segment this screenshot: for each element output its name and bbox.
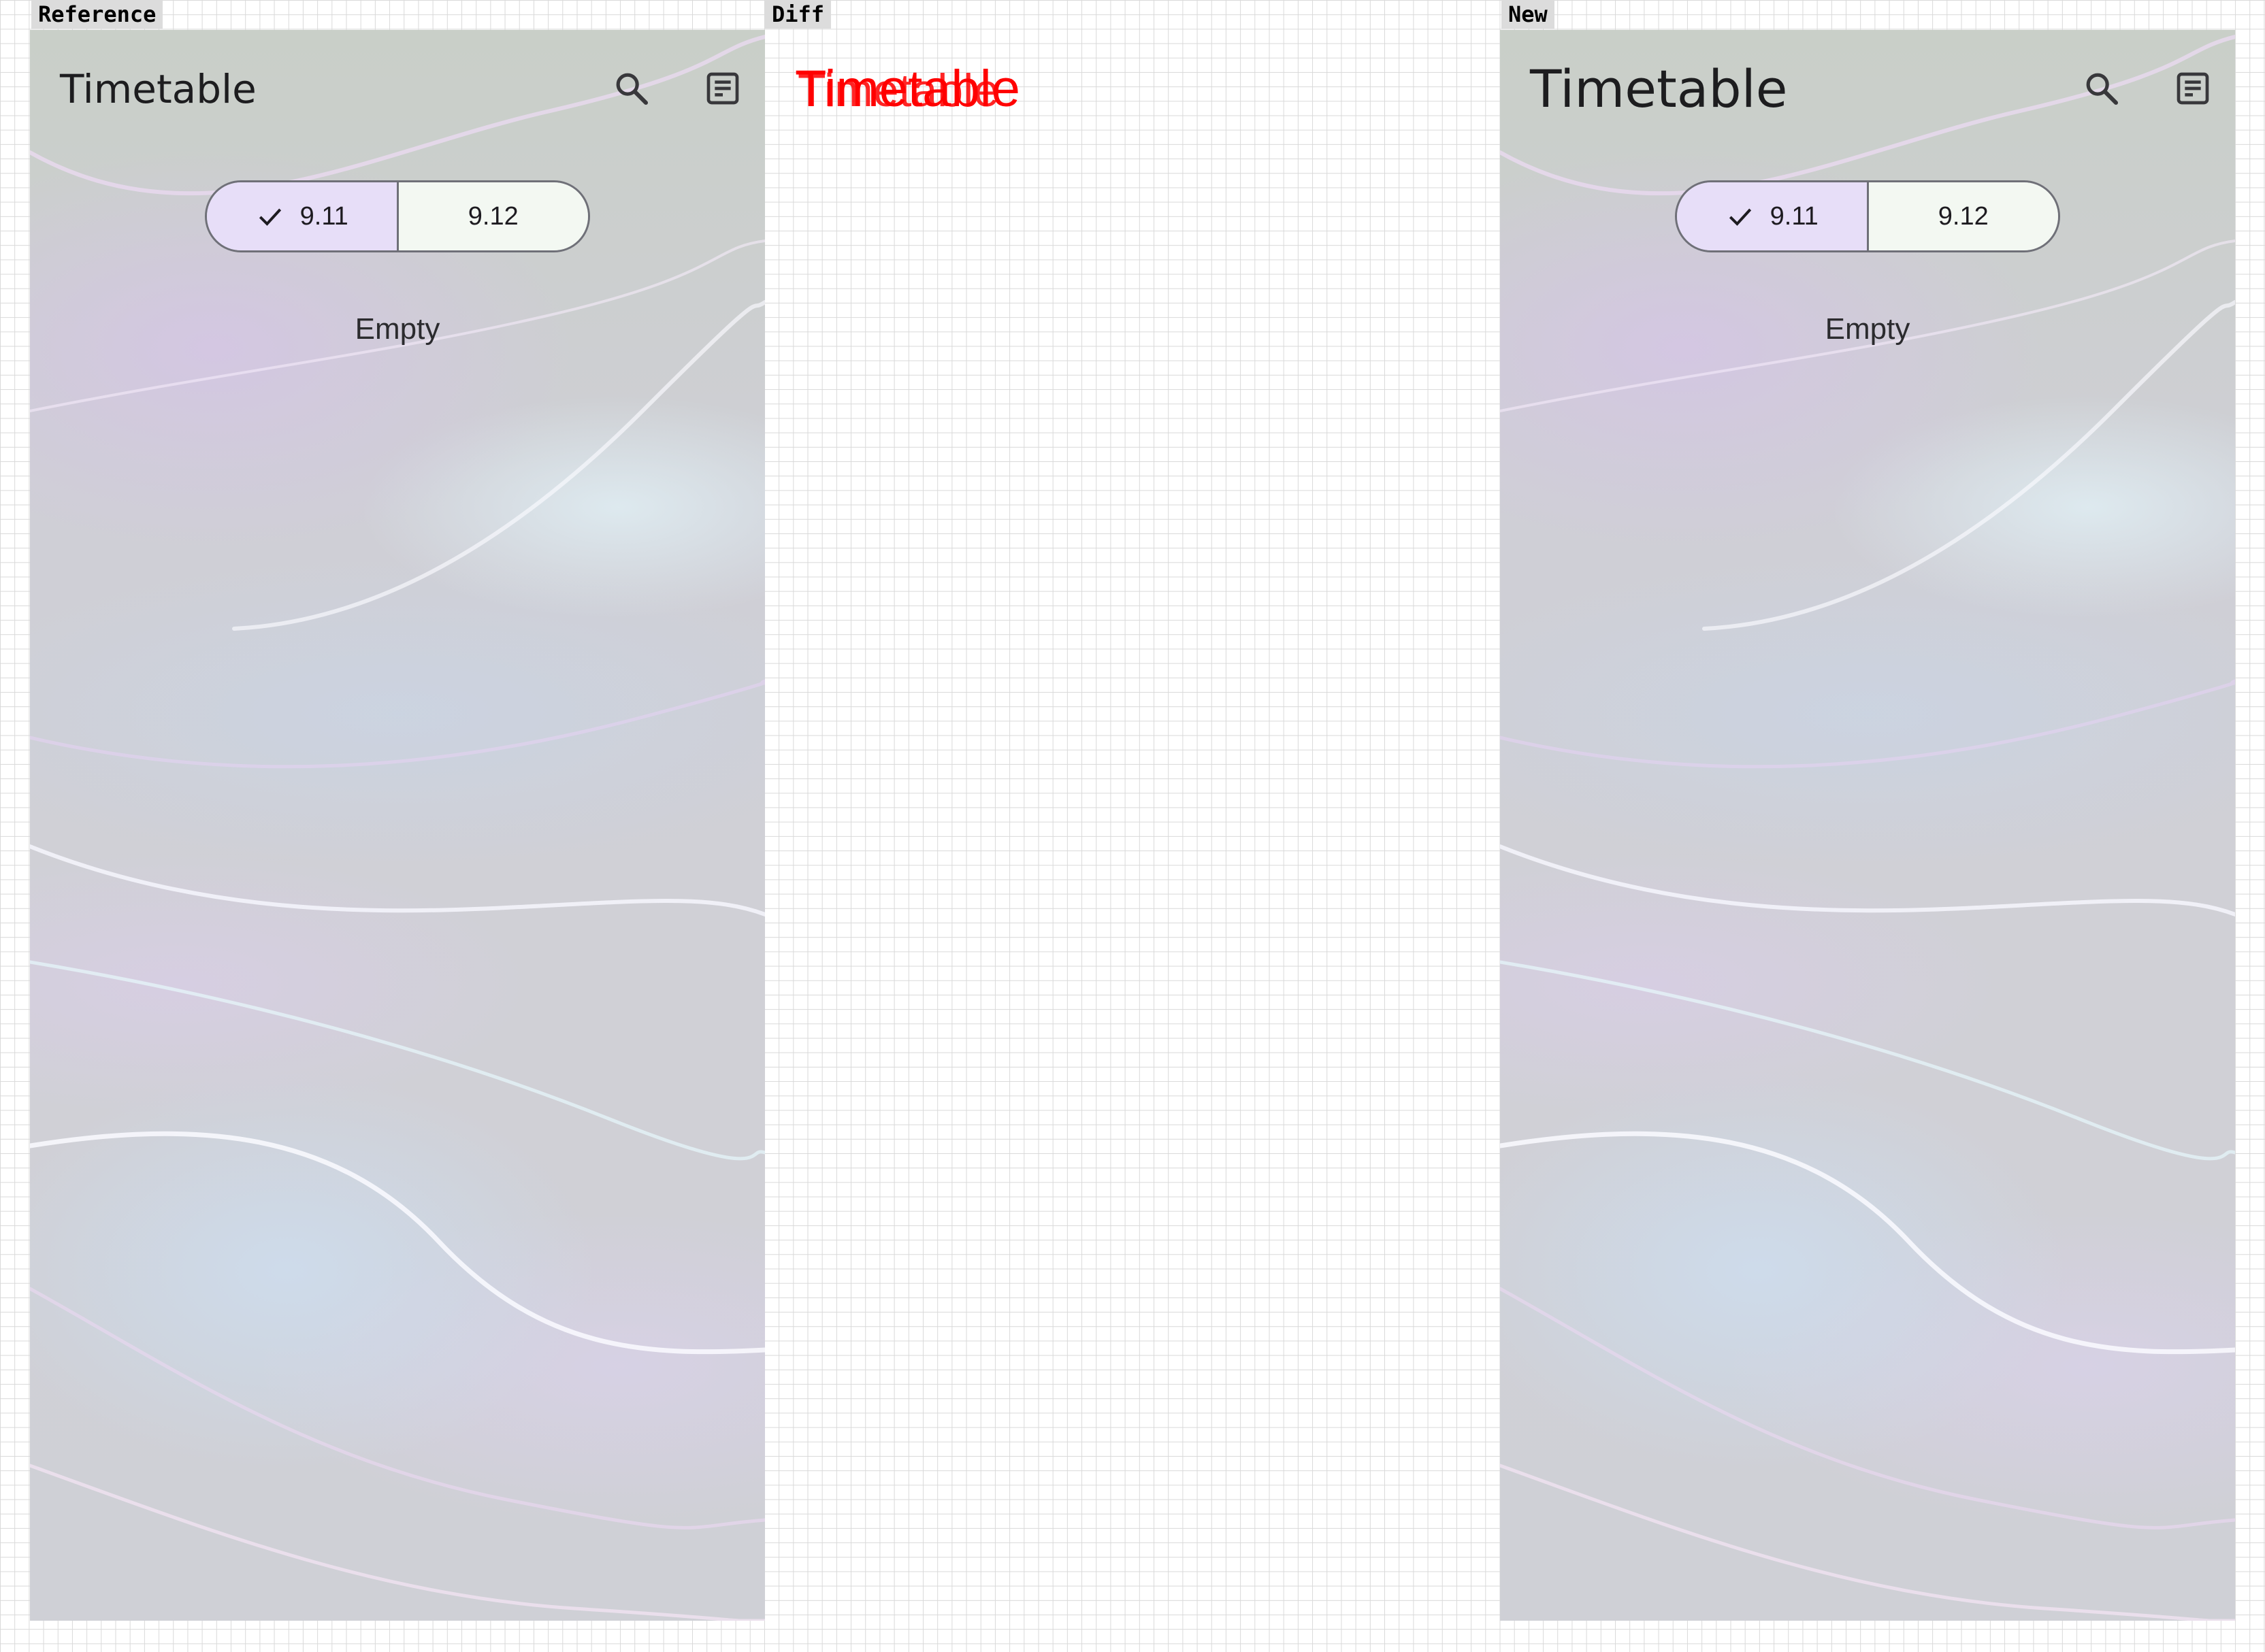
diff-title-b: Timetable: [798, 65, 1000, 116]
segment-date-1[interactable]: 9.11: [1677, 182, 1869, 250]
check-icon: [255, 201, 285, 231]
top-app-bar: Timetable: [30, 30, 765, 150]
search-button[interactable]: [599, 56, 664, 121]
notes-icon: [706, 72, 739, 105]
notes-icon: [2177, 72, 2209, 105]
empty-state-text: Empty: [1825, 312, 1910, 346]
wallpaper: [30, 35, 765, 1621]
reference-panel: Timetable 9.11 9.12 Empty: [30, 30, 765, 1621]
segment-date-1-label: 9.11: [299, 201, 348, 231]
page-title: Timetable: [60, 66, 257, 112]
search-icon: [616, 73, 649, 105]
top-app-bar: Timetable: [1500, 30, 2235, 150]
segment-date-2[interactable]: 9.12: [1868, 182, 2058, 250]
segment-date-1[interactable]: 9.11: [207, 182, 399, 250]
check-icon: [1725, 201, 1755, 231]
segment-date-2-label: 9.12: [468, 201, 519, 231]
wallpaper: [1500, 35, 2235, 1621]
notes-button[interactable]: [2160, 56, 2226, 121]
date-segmented-control: 9.11 9.12: [205, 180, 590, 252]
diff-label: Diff: [765, 0, 832, 29]
page-title: Timetable: [1530, 59, 1788, 119]
notes-button[interactable]: [690, 56, 755, 121]
search-button[interactable]: [2069, 56, 2134, 121]
new-panel: Timetable 9.11 9.12 Empty: [1500, 30, 2235, 1621]
new-label: New: [1501, 0, 1554, 29]
reference-label: Reference: [31, 0, 163, 29]
empty-state-text: Empty: [355, 312, 440, 346]
date-segmented-control: 9.11 9.12: [1675, 180, 2060, 252]
segment-date-1-label: 9.11: [1770, 201, 1819, 231]
segment-date-2[interactable]: 9.12: [398, 182, 588, 250]
search-icon: [2086, 73, 2119, 105]
segment-date-2-label: 9.12: [1938, 201, 1989, 231]
